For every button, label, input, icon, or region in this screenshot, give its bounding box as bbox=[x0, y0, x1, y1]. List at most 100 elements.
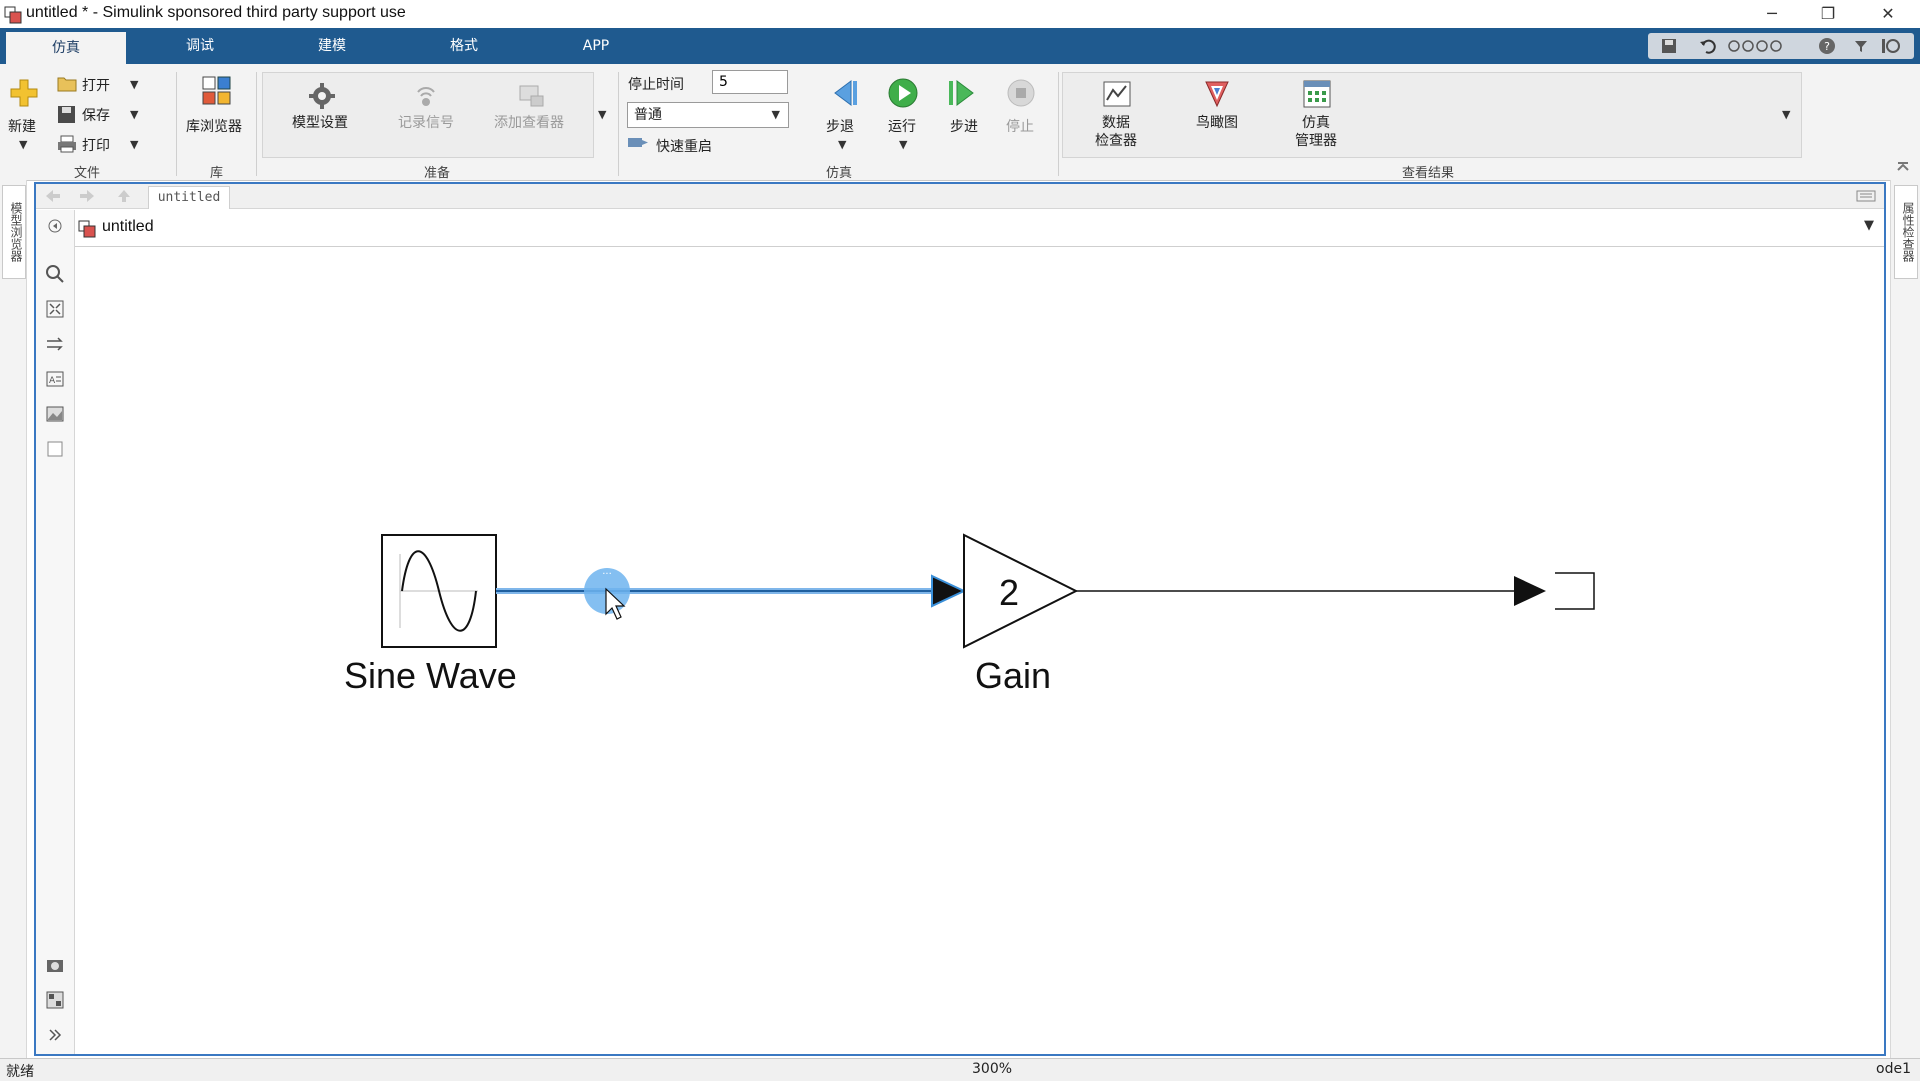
review-gallery-expand-icon[interactable]: ▼ bbox=[1782, 108, 1790, 121]
output-arrowhead bbox=[1514, 576, 1546, 606]
address-path[interactable]: untitled bbox=[102, 218, 154, 236]
unconnected-port[interactable] bbox=[1555, 572, 1595, 610]
quick-access-toolbar: ? bbox=[1648, 33, 1914, 59]
tab-apps[interactable]: APP bbox=[536, 28, 656, 64]
print-icon[interactable] bbox=[56, 134, 78, 154]
step-back-dropdown-icon[interactable]: ▼ bbox=[838, 138, 846, 151]
tab-format[interactable]: 格式 bbox=[404, 28, 524, 64]
data-inspector-label-2[interactable]: 检查器 bbox=[1095, 130, 1137, 150]
model-data-button[interactable] bbox=[43, 988, 67, 1012]
run-label[interactable]: 运行 bbox=[888, 116, 916, 136]
address-dropdown-icon[interactable]: ▼ bbox=[1864, 218, 1874, 233]
add-viewer-button[interactable] bbox=[515, 80, 547, 112]
redo-cut-copy-icon[interactable] bbox=[1728, 39, 1798, 53]
hide-panel-icon[interactable] bbox=[1856, 190, 1876, 202]
stop-button[interactable] bbox=[1004, 76, 1038, 110]
review-gallery bbox=[1062, 72, 1802, 158]
add-viewer-label[interactable]: 添加查看器 bbox=[494, 112, 564, 132]
property-inspector-tab[interactable]: 属性检查器 bbox=[1894, 185, 1918, 279]
svg-text:···: ··· bbox=[602, 569, 612, 580]
model-data-icon bbox=[46, 991, 64, 1009]
undo-icon[interactable] bbox=[1698, 37, 1716, 55]
restore-button[interactable]: ❐ bbox=[1800, 0, 1856, 28]
screenshot-button[interactable] bbox=[43, 953, 67, 977]
stop-label[interactable]: 停止 bbox=[1006, 116, 1034, 136]
save-disk-icon[interactable] bbox=[56, 104, 78, 124]
log-signals-label[interactable]: 记录信号 bbox=[398, 112, 454, 132]
tab-modeling[interactable]: 建模 bbox=[272, 28, 392, 64]
hide-explorer-button[interactable] bbox=[43, 214, 67, 238]
minimize-button[interactable]: ─ bbox=[1744, 0, 1800, 28]
collapse-ribbon-icon[interactable] bbox=[1896, 160, 1910, 174]
tab-simulation[interactable]: 仿真 bbox=[6, 32, 126, 64]
step-back-button[interactable] bbox=[826, 76, 860, 110]
image-button[interactable] bbox=[43, 402, 67, 426]
print-dropdown-icon[interactable]: ▼ bbox=[130, 138, 138, 151]
group-divider bbox=[256, 72, 257, 176]
gain-label[interactable]: Gain bbox=[975, 655, 1051, 697]
image-icon bbox=[46, 406, 64, 422]
area-icon bbox=[47, 441, 63, 457]
save-button[interactable]: 保存 bbox=[82, 105, 110, 125]
model-browser-tab[interactable]: 模型浏览器 bbox=[2, 185, 26, 279]
data-inspector-label-1[interactable]: 数据 bbox=[1102, 112, 1130, 132]
sim-manager-button[interactable] bbox=[1300, 78, 1334, 110]
sine-wave-block[interactable] bbox=[381, 534, 497, 648]
gain-value: 2 bbox=[999, 572, 1019, 613]
data-inspector-button[interactable] bbox=[1100, 78, 1134, 110]
zoom-button[interactable] bbox=[43, 262, 67, 286]
new-button[interactable] bbox=[8, 76, 40, 110]
birds-eye-label[interactable]: 鸟瞰图 bbox=[1196, 112, 1238, 132]
up-arrow-icon[interactable] bbox=[116, 188, 132, 204]
step-forward-button[interactable] bbox=[946, 76, 980, 110]
zoom-level[interactable]: 300% bbox=[972, 1061, 1012, 1077]
sine-wave-label[interactable]: Sine Wave bbox=[344, 655, 517, 697]
sim-manager-label-2[interactable]: 管理器 bbox=[1295, 130, 1337, 150]
fast-restart-button[interactable]: 快速重启 bbox=[656, 136, 712, 156]
library-browser-button[interactable] bbox=[200, 74, 234, 108]
simulation-mode-select[interactable]: 普通 ▼ bbox=[627, 102, 789, 128]
title-bar: untitled * - Simulink sponsored third pa… bbox=[0, 0, 1920, 28]
fast-restart-icon[interactable] bbox=[626, 134, 650, 150]
collapse-ribbon-icon[interactable] bbox=[1880, 37, 1902, 55]
save-dropdown-icon[interactable]: ▼ bbox=[130, 108, 138, 121]
expand-palette-button[interactable] bbox=[43, 1023, 67, 1047]
fit-to-view-button[interactable] bbox=[43, 297, 67, 321]
new-label[interactable]: 新建 bbox=[8, 116, 36, 136]
filter-icon[interactable] bbox=[1854, 39, 1868, 53]
back-arrow-icon[interactable] bbox=[44, 188, 62, 204]
help-icon[interactable]: ? bbox=[1818, 37, 1836, 55]
forward-arrow-icon[interactable] bbox=[78, 188, 96, 204]
step-back-label[interactable]: 步退 bbox=[826, 116, 854, 136]
area-button[interactable] bbox=[43, 437, 67, 461]
add-viewer-icon bbox=[519, 85, 544, 107]
step-forward-label[interactable]: 步进 bbox=[950, 116, 978, 136]
model-settings-button[interactable] bbox=[306, 80, 338, 112]
stop-time-input[interactable] bbox=[712, 70, 788, 94]
group-label-prepare: 准备 bbox=[424, 166, 451, 181]
open-dropdown-icon[interactable]: ▼ bbox=[130, 78, 138, 91]
sim-manager-label-1[interactable]: 仿真 bbox=[1302, 112, 1330, 132]
save-icon[interactable] bbox=[1660, 37, 1678, 55]
annotation-button[interactable]: A bbox=[43, 367, 67, 391]
arrow-direction-button[interactable] bbox=[43, 332, 67, 356]
close-button[interactable]: ✕ bbox=[1860, 0, 1916, 28]
run-dropdown-icon[interactable]: ▼ bbox=[899, 138, 907, 151]
open-button[interactable]: 打开 bbox=[82, 75, 110, 95]
run-button[interactable] bbox=[886, 76, 920, 110]
solver-name[interactable]: ode1 bbox=[1876, 1061, 1911, 1077]
model-settings-label[interactable]: 模型设置 bbox=[292, 112, 348, 132]
gain-block[interactable]: 2 bbox=[963, 533, 1079, 649]
data-inspector-icon bbox=[1103, 81, 1131, 107]
birds-eye-button[interactable] bbox=[1200, 76, 1234, 110]
print-button[interactable]: 打印 bbox=[82, 135, 110, 155]
new-dropdown-icon[interactable]: ▼ bbox=[19, 138, 27, 151]
log-signals-button[interactable] bbox=[410, 80, 442, 112]
model-canvas[interactable]: ··· 2 bbox=[76, 248, 1882, 1052]
open-folder-icon[interactable] bbox=[56, 74, 78, 94]
model-tab-untitled[interactable]: untitled bbox=[148, 186, 230, 209]
library-browser-label[interactable]: 库浏览器 bbox=[186, 116, 242, 136]
tab-debug[interactable]: 调试 bbox=[140, 28, 260, 64]
arrows-icon bbox=[47, 337, 63, 351]
prepare-gallery-expand-icon[interactable]: ▼ bbox=[598, 108, 606, 121]
